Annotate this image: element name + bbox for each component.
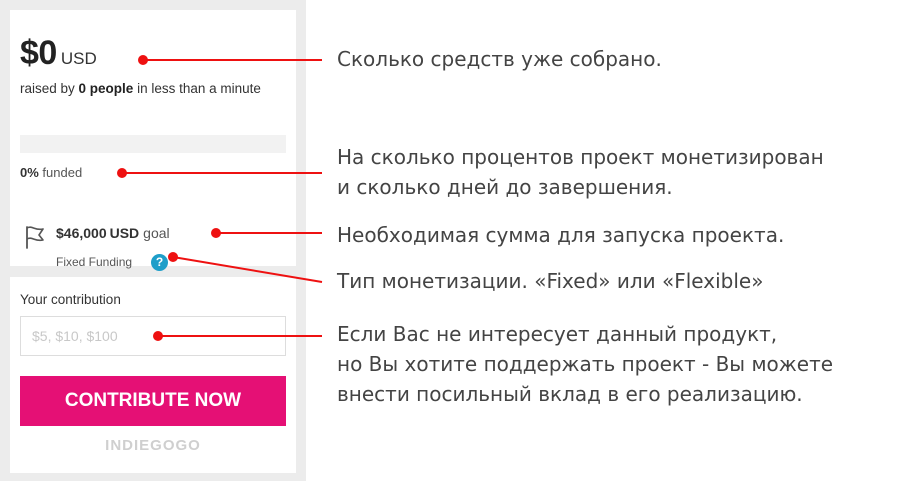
annotation-funded: На сколько процентов проект монетизирова… (337, 142, 824, 202)
annotation-dot-funded (117, 168, 127, 178)
annotation-funded-line: и сколько дней до завершения. (337, 175, 673, 199)
annotation-goal: Необходимая сумма для запуска проекта. (337, 220, 784, 250)
annotation-contribute-line: Если Вас не интересует данный продукт, (337, 322, 778, 346)
annotation-goal-line: Необходимая сумма для запуска проекта. (337, 223, 785, 247)
annotation-dot-raised (138, 55, 148, 65)
annotation-contribute: Если Вас не интересует данный продукт, н… (337, 319, 833, 409)
annotation-contribute-line: но Вы хотите поддержать проект - Вы може… (337, 352, 834, 376)
annotation-line-funding-type (172, 256, 323, 283)
annotation-raised: Сколько средств уже собрано. (337, 44, 662, 74)
annotation-dot-contribute (153, 331, 163, 341)
annotation-contribute-line: внести посильный вклад в его реализацию. (337, 382, 803, 406)
annotation-dot-goal (211, 228, 221, 238)
annotation-funded-line: На сколько процентов проект монетизирова… (337, 145, 824, 169)
annotation-raised-line: Сколько средств уже собрано. (337, 47, 662, 71)
annotation-dot-funding-type (168, 252, 178, 262)
annotation-funding-type: Тип монетизации. «Fixed» или «Flexible» (337, 266, 763, 296)
annotation-funding-type-line: Тип монетизации. «Fixed» или «Flexible» (337, 269, 764, 293)
